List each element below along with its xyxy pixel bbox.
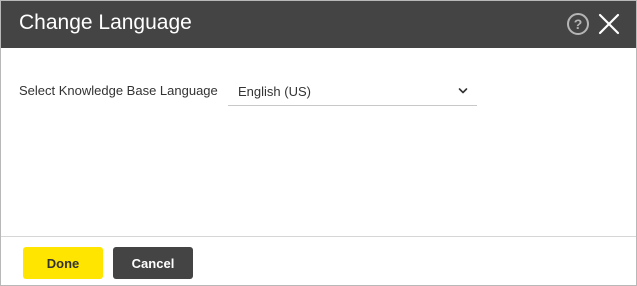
language-select[interactable]: English (US) — [228, 78, 477, 106]
close-icon[interactable] — [597, 12, 621, 36]
dialog-title: Change Language — [19, 11, 192, 34]
dialog-footer: Done Cancel — [1, 236, 636, 285]
change-language-dialog: Change Language ? Select Knowledge Base … — [0, 0, 637, 286]
dialog-body: Select Knowledge Base Language English (… — [1, 48, 636, 237]
language-select-value: English (US) — [238, 84, 311, 99]
chevron-down-icon — [458, 88, 468, 94]
language-field-label: Select Knowledge Base Language — [19, 83, 218, 98]
help-icon[interactable]: ? — [567, 13, 589, 35]
cancel-button[interactable]: Cancel — [113, 247, 193, 279]
done-button[interactable]: Done — [23, 247, 103, 279]
dialog-titlebar: Change Language ? — [1, 1, 636, 48]
